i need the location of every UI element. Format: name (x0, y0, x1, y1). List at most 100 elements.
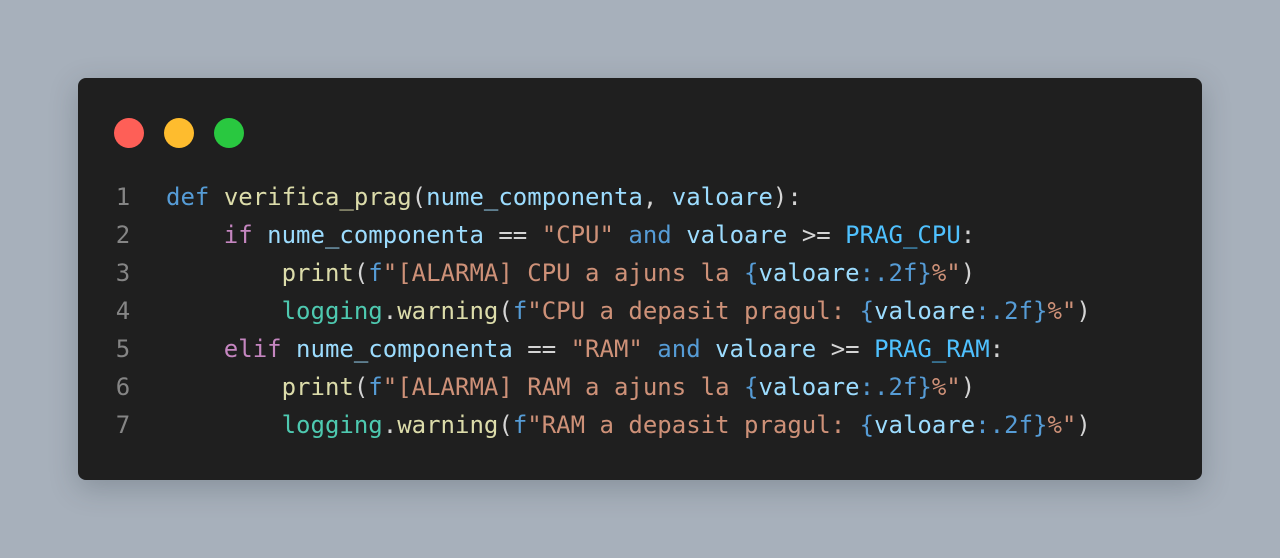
code-block: 1 def verifica_prag(nume_componenta, valo… (78, 178, 1202, 444)
line-source: def verifica_prag(nume_componenta, valoa… (166, 178, 802, 216)
code-token: valoare (671, 183, 773, 211)
code-line: 7 logging.warning(f"RAM a depasit pragul… (78, 406, 1202, 444)
code-token: :.2f} (859, 373, 932, 401)
line-source: logging.warning(f"RAM a depasit pragul: … (166, 406, 1091, 444)
code-line: 4 logging.warning(f"CPU a depasit pragul… (78, 292, 1202, 330)
code-token: ) (960, 259, 976, 287)
code-token: "[ALARMA] RAM a ajuns la (382, 373, 744, 401)
line-source: if nume_componenta == "CPU" and valoare … (166, 216, 975, 254)
code-token: logging (281, 297, 383, 325)
code-token: { (743, 373, 759, 401)
code-token: { (859, 297, 875, 325)
line-number: 7 (115, 411, 131, 439)
code-token: valoare (758, 259, 860, 287)
code-token: ) (1076, 297, 1091, 325)
code-token: valoare (715, 335, 817, 363)
code-token: == (483, 221, 542, 249)
code-line: 2 if nume_componenta == "CPU" and valoar… (78, 216, 1202, 254)
code-line: 1 def verifica_prag(nume_componenta, valo… (78, 178, 1202, 216)
code-token: print (281, 373, 354, 401)
code-token: valoare (686, 221, 788, 249)
line-number: 5 (115, 335, 131, 363)
code-token: f (368, 373, 383, 401)
code-token: :.2f} (859, 259, 932, 287)
line-source: elif nume_componenta == "RAM" and valoar… (166, 330, 1004, 368)
line-source: logging.warning(f"CPU a depasit pragul: … (166, 292, 1091, 330)
code-token: ): (772, 183, 802, 211)
code-token: "CPU" (541, 221, 614, 249)
code-token: and (657, 335, 701, 363)
code-token: valoare (874, 411, 976, 439)
code-token: verifica_prag (223, 183, 412, 211)
code-token: nume_componenta (267, 221, 484, 249)
code-token: and (628, 221, 672, 249)
code-token: . (382, 297, 398, 325)
code-token: ) (960, 373, 976, 401)
code-token: :.2f} (975, 411, 1048, 439)
code-token: ( (411, 183, 427, 211)
code-token: , (642, 183, 672, 211)
code-token: : (989, 335, 1005, 363)
code-token: warning (397, 297, 499, 325)
code-line: 3 print(f"[ALARMA] CPU a ajuns la {valoa… (78, 254, 1202, 292)
code-token: PRAG_RAM (874, 335, 990, 363)
code-token: elif (223, 335, 282, 363)
code-token: { (859, 411, 875, 439)
code-token: f (512, 411, 528, 439)
code-token: nume_componenta (426, 183, 643, 211)
maximize-dot-icon[interactable] (214, 118, 244, 148)
code-token: ( (498, 297, 513, 325)
close-dot-icon[interactable] (114, 118, 144, 148)
line-number: 6 (115, 373, 131, 401)
code-token: "CPU a depasit pragul: (527, 297, 860, 325)
code-token: print (281, 259, 354, 287)
code-token: def (166, 183, 210, 211)
code-window: 1 def verifica_prag(nume_componenta, valo… (78, 78, 1202, 480)
code-token: ( (353, 373, 369, 401)
code-token: >= (787, 221, 846, 249)
code-token: PRAG_CPU (845, 221, 961, 249)
code-token: { (743, 259, 759, 287)
code-token: %" (1047, 297, 1077, 325)
code-token: %" (1047, 411, 1077, 439)
code-token: valoare (874, 297, 976, 325)
line-number: 2 (115, 221, 131, 249)
code-token: == (512, 335, 571, 363)
code-token: %" (931, 373, 961, 401)
code-token: :.2f} (975, 297, 1048, 325)
code-token: %" (931, 259, 961, 287)
code-token: warning (397, 411, 499, 439)
code-token: f (512, 297, 528, 325)
code-line: 6 print(f"[ALARMA] RAM a ajuns la {valoa… (78, 368, 1202, 406)
line-source: print(f"[ALARMA] RAM a ajuns la {valoare… (166, 368, 976, 406)
code-token: f (368, 259, 383, 287)
code-token: "RAM a depasit pragul: (527, 411, 860, 439)
line-number: 4 (115, 297, 131, 325)
code-token: "RAM" (570, 335, 643, 363)
code-token: >= (816, 335, 875, 363)
code-token: ) (1076, 411, 1091, 439)
line-number: 1 (115, 183, 131, 211)
code-token: if (223, 221, 253, 249)
code-token: logging (281, 411, 383, 439)
code-token: valoare (758, 373, 860, 401)
code-token: ( (498, 411, 513, 439)
minimize-dot-icon[interactable] (164, 118, 194, 148)
code-token: nume_componenta (296, 335, 513, 363)
code-token: . (382, 411, 398, 439)
code-line: 5 elif nume_componenta == "RAM" and valo… (78, 330, 1202, 368)
code-token: : (960, 221, 976, 249)
